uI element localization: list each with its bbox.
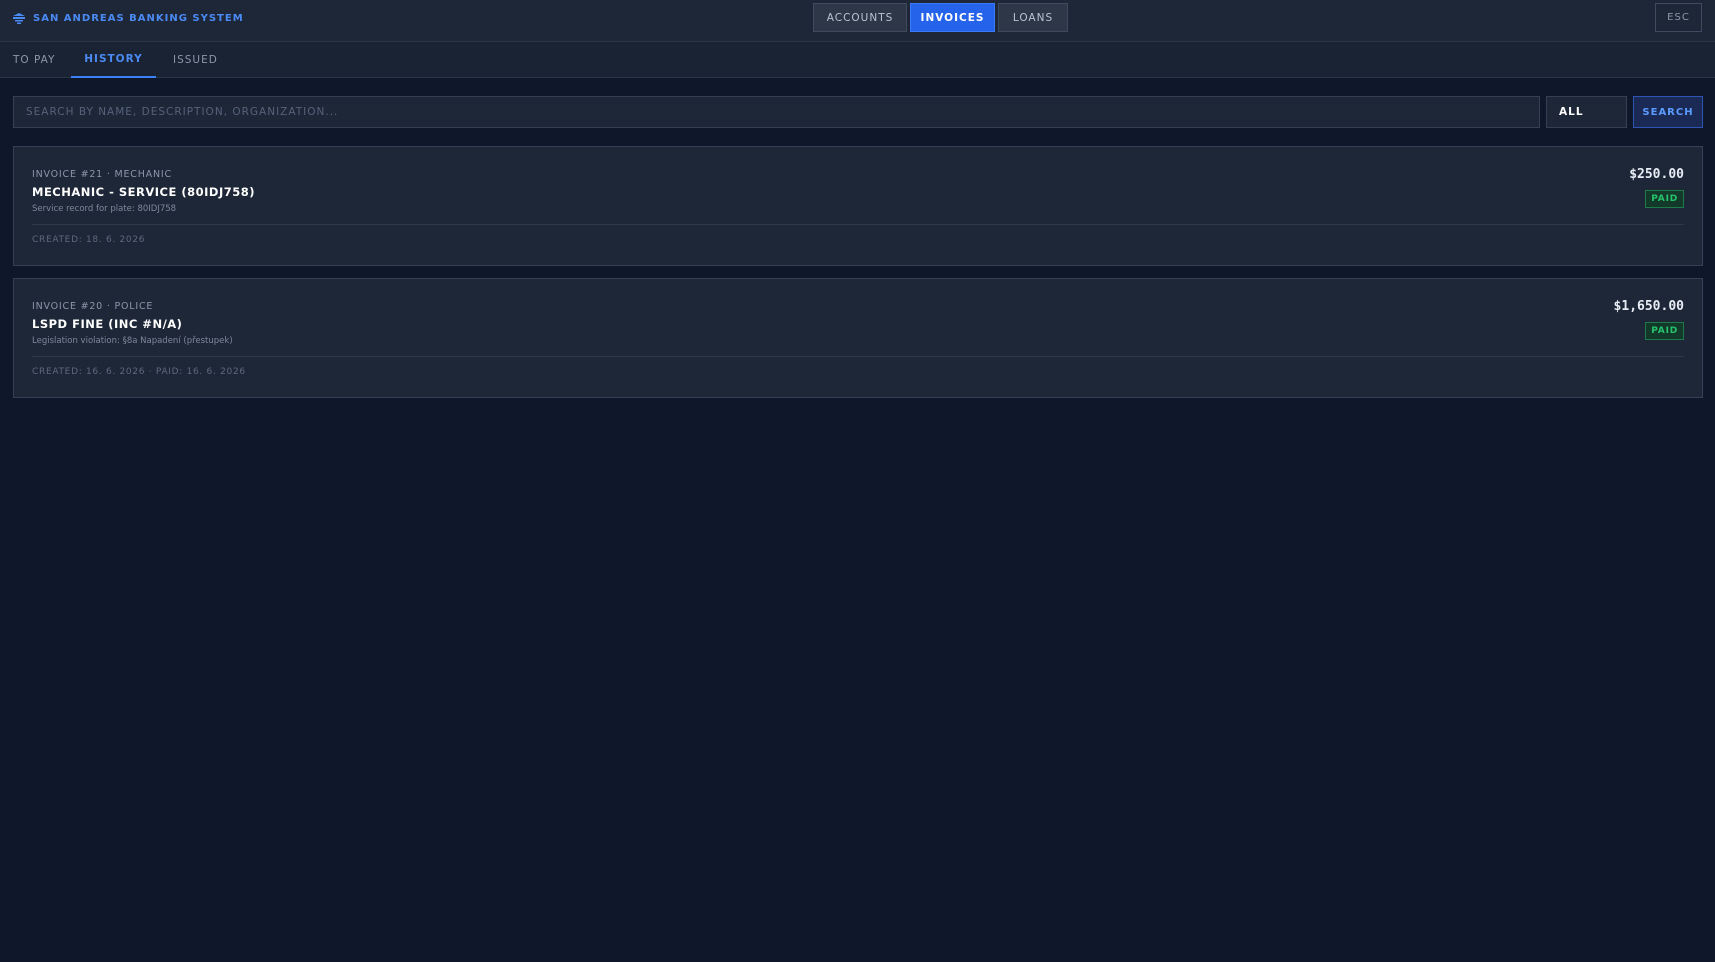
status-filter-select[interactable]: ALL (1546, 96, 1627, 128)
brand: SAN ANDREAS BANKING SYSTEM (13, 11, 244, 25)
invoice-meta: INVOICE #20 · POLICE (32, 301, 154, 312)
status-badge: PAID (1645, 190, 1684, 208)
invoice-amount: $1,650.00 (1613, 299, 1684, 314)
nav-invoices-button[interactable]: INVOICES (910, 3, 995, 32)
invoice-dates: CREATED: 18. 6. 2026 (32, 235, 146, 245)
invoice-dates: CREATED: 16. 6. 2026 · PAID: 16. 6. 2026 (32, 367, 246, 377)
tab-history[interactable]: HISTORY (71, 42, 156, 78)
invoice-card[interactable]: INVOICE #20 · POLICE LSPD FINE (INC #N/A… (13, 278, 1703, 398)
nav-accounts-button[interactable]: ACCOUNTS (813, 3, 907, 32)
invoice-amount: $250.00 (1629, 167, 1684, 182)
status-badge: PAID (1645, 322, 1684, 340)
invoice-description: Legislation violation: §8a Napadení (pře… (32, 336, 233, 346)
search-input[interactable] (13, 96, 1540, 128)
esc-button[interactable]: ESC (1655, 3, 1702, 32)
subtabs: TO PAY HISTORY ISSUED (0, 42, 1715, 78)
invoice-title: MECHANIC - SERVICE (80IDJ758) (32, 185, 255, 199)
invoice-title: LSPD FINE (INC #N/A) (32, 317, 183, 331)
nav-loans-button[interactable]: LOANS (998, 3, 1068, 32)
tab-issued[interactable]: ISSUED (173, 42, 218, 78)
bank-icon (13, 12, 25, 24)
top-bar: SAN ANDREAS BANKING SYSTEM ACCOUNTS INVO… (0, 0, 1715, 42)
divider (32, 224, 1684, 225)
tab-to-pay[interactable]: TO PAY (13, 42, 55, 78)
invoice-meta: INVOICE #21 · MECHANIC (32, 169, 172, 180)
main-nav: ACCOUNTS INVOICES LOANS (813, 3, 1068, 32)
divider (32, 356, 1684, 357)
app-title: SAN ANDREAS BANKING SYSTEM (33, 12, 244, 24)
invoice-description: Service record for plate: 80IDJ758 (32, 204, 177, 214)
invoice-card[interactable]: INVOICE #21 · MECHANIC MECHANIC - SERVIC… (13, 146, 1703, 266)
search-button[interactable]: SEARCH (1633, 96, 1703, 128)
